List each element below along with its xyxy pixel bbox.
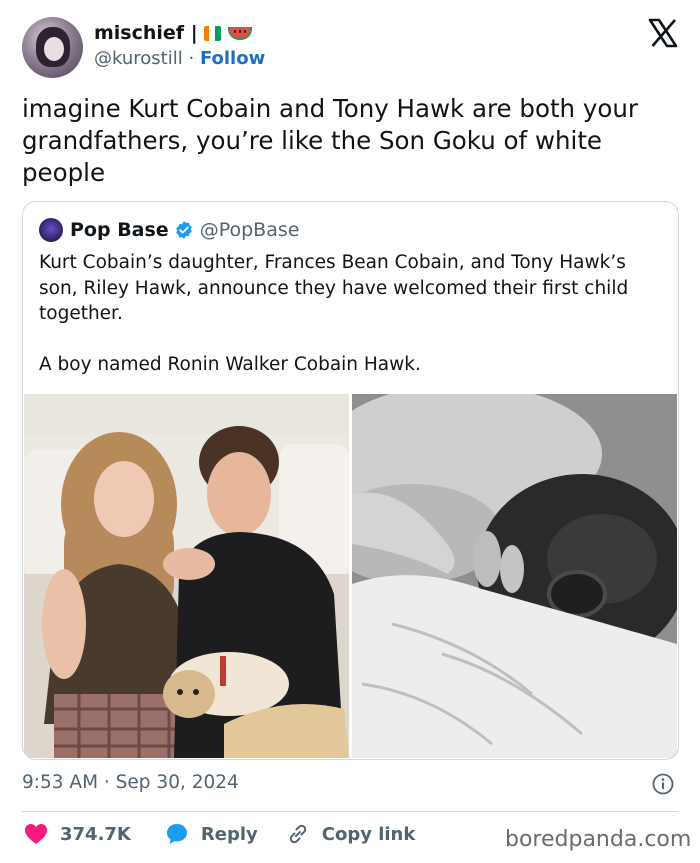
reply-bubble-icon — [166, 824, 187, 844]
ivory-coast-flag-icon — [203, 25, 221, 41]
quoted-header: Pop Base @PopBase — [39, 218, 299, 242]
copy-link-button[interactable]: Copy link — [286, 822, 416, 846]
copy-link-label: Copy link — [321, 823, 416, 845]
couple-photo-illustration — [24, 394, 349, 758]
tweet-text: imagine Kurt Cobain and Tony Hawk are bo… — [22, 94, 638, 187]
like-count: 374.7K — [60, 823, 131, 845]
watermelon-icon — [227, 26, 252, 40]
quoted-paragraph-1: Kurt Cobain’s daughter, Frances Bean Cob… — [39, 252, 629, 324]
couple-photo[interactable] — [24, 394, 349, 758]
quoted-name[interactable]: Pop Base — [70, 219, 169, 241]
author-handle-row: @kurostill · Follow — [94, 48, 265, 69]
x-logo-icon[interactable] — [648, 18, 678, 48]
author-handle[interactable]: @kurostill — [94, 48, 183, 69]
like-button[interactable]: 374.7K — [24, 823, 131, 845]
quoted-avatar[interactable] — [39, 218, 63, 242]
author-avatar[interactable] — [22, 17, 83, 78]
link-icon — [289, 824, 306, 844]
reply-label: Reply — [200, 823, 258, 845]
watermark: boredpanda.com — [505, 827, 692, 852]
quoted-body: Kurt Cobain’s daughter, Frances Bean Cob… — [39, 250, 664, 402]
action-bar: 374.7K Reply Copy link — [24, 822, 443, 846]
info-icon[interactable] — [652, 773, 674, 795]
follow-button[interactable]: Follow — [200, 48, 265, 69]
author-name-row[interactable]: mischief | — [94, 22, 252, 44]
author-name[interactable]: mischief | — [94, 22, 198, 44]
baby-photo-illustration — [352, 394, 677, 758]
quoted-handle[interactable]: @PopBase — [200, 219, 300, 241]
timestamp[interactable]: 9:53 AM · Sep 30, 2024 — [22, 772, 239, 793]
divider — [22, 811, 678, 812]
heart-icon — [25, 824, 47, 844]
quoted-tweet[interactable]: Pop Base @PopBase Kurt Cobain’s daughter… — [22, 201, 679, 760]
avatar-face — [44, 37, 64, 61]
verified-badge-icon — [175, 221, 192, 239]
baby-photo[interactable] — [352, 394, 677, 758]
handle-separator: · — [188, 48, 195, 69]
reply-button[interactable]: Reply — [165, 822, 258, 846]
quoted-paragraph-2: A boy named Ronin Walker Cobain Hawk. — [39, 353, 421, 375]
